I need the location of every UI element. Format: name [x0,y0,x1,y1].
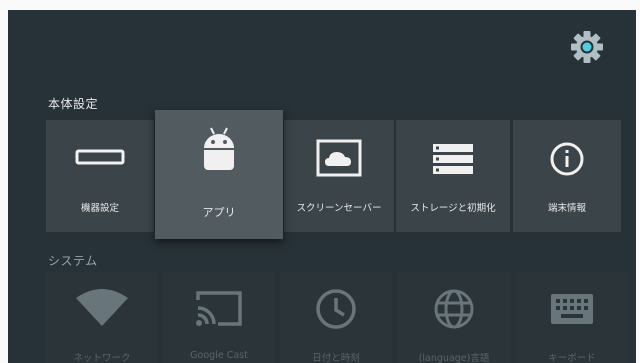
card-keyboard[interactable]: キーボード [516,272,628,363]
card-label: アプリ [202,206,236,219]
card-google-cast[interactable]: Google Cast [163,272,275,363]
card-label: ネットワーク [73,353,131,363]
card-label: キーボード [548,353,596,363]
card-storage-reset[interactable]: ストレージと初期化 [396,120,510,232]
card-label: (language)言語 [418,353,490,363]
card-screensaver[interactable]: スクリーンセーバー [284,120,394,232]
settings-gear-icon[interactable] [570,30,604,64]
card-label: 機器設定 [80,203,119,214]
info-icon [513,140,621,178]
wifi-icon [46,286,158,328]
android-icon [155,126,283,178]
card-label: ストレージと初期化 [410,203,496,214]
section-title-device-settings: 本体設定 [48,97,99,111]
cast-icon [163,288,275,328]
card-network[interactable]: ネットワーク [46,272,158,363]
keyboard-icon [516,292,628,326]
section-title-system: システム [48,254,98,268]
card-language[interactable]: (language)言語 [397,272,511,363]
card-label: 端末情報 [547,203,586,214]
set-top-box-icon [46,148,154,168]
clock-icon [280,288,392,330]
card-device-settings[interactable]: 機器設定 [46,120,154,232]
card-label: 日付と時刻 [312,353,360,363]
globe-icon [397,288,511,330]
card-date-time[interactable]: 日付と時刻 [280,272,392,363]
card-device-info[interactable]: 端末情報 [513,120,621,232]
card-label: スクリーンセーバー [296,203,382,214]
card-label: Google Cast [190,350,248,361]
settings-screen: 本体設定 機器設定 アプリ スクリーンセーバー ストレージと初期化 端末情報 シ… [8,10,636,363]
screensaver-icon [284,138,394,178]
storage-icon [396,142,510,176]
card-apps[interactable]: アプリ [155,110,283,239]
